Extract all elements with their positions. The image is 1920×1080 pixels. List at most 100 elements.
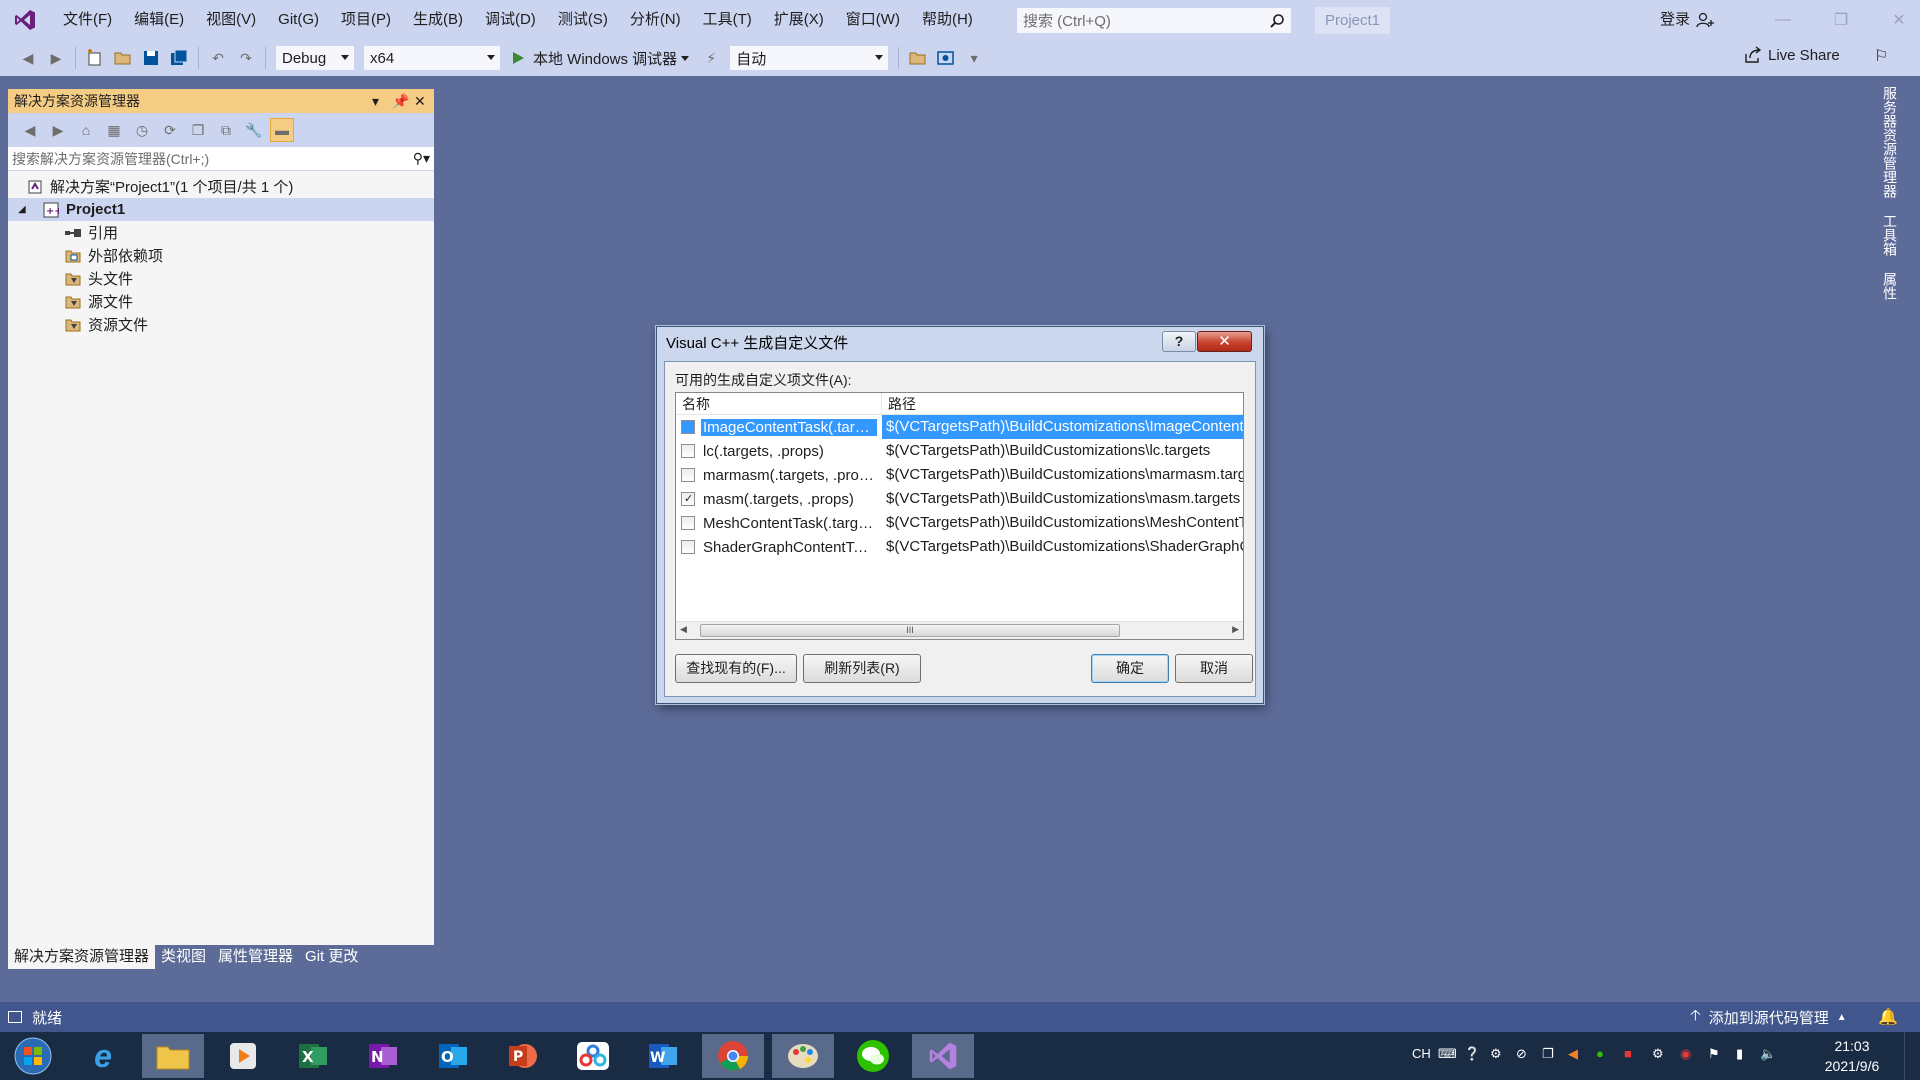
checkbox[interactable] [681, 444, 695, 458]
add-to-source-control-button[interactable]: 🡡 添加到源代码管理 ▲ [1690, 1005, 1847, 1030]
chrome-icon[interactable] [702, 1034, 764, 1078]
properties-icon[interactable]: 🔧 [242, 118, 266, 142]
onenote-icon[interactable]: N [352, 1034, 414, 1078]
solution-node[interactable]: 解决方案“Project1”(1 个项目/共 1 个) [8, 175, 434, 198]
clock[interactable]: 21:03 2021/9/6 [1812, 1036, 1892, 1076]
horizontal-scrollbar[interactable]: ◀ III ▶ [676, 621, 1243, 639]
undo-icon[interactable]: ↶ [206, 46, 230, 70]
menu-item[interactable]: 项目(P) [330, 0, 402, 40]
pin-icon[interactable]: 📌 [392, 89, 409, 113]
search-input[interactable]: 搜索 (Ctrl+Q) [1016, 7, 1292, 34]
help-tray-icon[interactable]: ❔ [1464, 1046, 1480, 1062]
checkbox[interactable] [681, 420, 695, 434]
menu-item[interactable]: 文件(F) [52, 0, 123, 40]
close-icon[interactable]: ✕ [1870, 10, 1920, 30]
preview-icon[interactable]: ▬ [270, 118, 294, 142]
explorer-tab[interactable]: Git 更改 [299, 945, 364, 969]
menu-item[interactable]: 扩展(X) [763, 0, 835, 40]
minimize-icon[interactable]: — [1754, 11, 1812, 29]
visual-studio-logo-icon[interactable] [12, 7, 38, 33]
steam-tray-icon[interactable]: ⚙ [1652, 1046, 1664, 1062]
list-item[interactable]: ImageContentTask(.targets, .props) $(VCTa… [676, 415, 1243, 439]
powerpoint-icon[interactable]: P [492, 1034, 554, 1078]
collapse-all-icon[interactable]: ❐ [186, 118, 210, 142]
language-indicator[interactable]: CH [1412, 1046, 1431, 1061]
pdf-tray-icon[interactable]: ■ [1624, 1046, 1632, 1061]
show-desktop-button[interactable] [1904, 1032, 1920, 1080]
cancel-button[interactable]: 取消 [1175, 654, 1253, 683]
pending-changes-filter-icon[interactable]: ◷ [130, 118, 154, 142]
scroll-thumb[interactable]: III [700, 624, 1120, 637]
list-item[interactable]: ✓ masm(.targets, .props) $(VCTargetsPath)\… [676, 487, 1243, 511]
solution-explorer-search-input[interactable]: 搜索解决方案资源管理器(Ctrl+;) ⚲▾ [8, 147, 434, 171]
menu-item[interactable]: 测试(S) [547, 0, 619, 40]
action-center-flag-icon[interactable]: ⚑ [1708, 1046, 1720, 1062]
column-header-name[interactable]: 名称 [676, 393, 882, 414]
scroll-right-icon[interactable]: ▶ [1232, 624, 1239, 635]
checkbox[interactable] [681, 468, 695, 482]
customization-list[interactable]: 名称 路径 ImageContentTask(.targets, .props)… [675, 392, 1244, 640]
explorer-tab[interactable]: 解决方案资源管理器 [8, 945, 156, 969]
menu-item[interactable]: 编辑(E) [123, 0, 195, 40]
project-node[interactable]: ◢ ++ Project1 [8, 198, 434, 221]
baidu-netdisk-icon[interactable] [562, 1034, 624, 1078]
panel-menu-icon[interactable]: ▾ [372, 89, 379, 113]
solution-config-dropdown[interactable]: 自动 [729, 45, 890, 71]
platform-dropdown[interactable]: x64 [363, 45, 501, 71]
menu-item[interactable]: 帮助(H) [911, 0, 984, 40]
menu-item[interactable]: 窗口(W) [835, 0, 911, 40]
tree-node[interactable]: 资源文件 [8, 313, 434, 336]
window-tray-icon[interactable]: ❐ [1542, 1046, 1554, 1062]
save-icon[interactable] [139, 46, 163, 70]
configuration-dropdown[interactable]: Debug [275, 45, 355, 71]
dialog-close-button[interactable]: ✕ [1197, 331, 1252, 352]
feedback-icon[interactable]: ⚐ [1874, 46, 1888, 66]
excel-icon[interactable]: X [282, 1034, 344, 1078]
menu-item[interactable]: 生成(B) [402, 0, 474, 40]
login-button[interactable]: 登录 [1660, 0, 1715, 40]
tab-toolbox[interactable]: 工具箱 [1880, 214, 1900, 256]
refresh-list-button[interactable]: 刷新列表(R) [803, 654, 921, 683]
menu-item[interactable]: 视图(V) [195, 0, 267, 40]
paint-icon[interactable] [772, 1034, 834, 1078]
tree-node[interactable]: 引用 [8, 221, 434, 244]
tree-node[interactable]: 源文件 [8, 290, 434, 313]
list-item[interactable]: marmasm(.targets, .props) $(VCTargetsPath… [676, 463, 1243, 487]
live-share-button[interactable]: Live Share [1744, 46, 1840, 64]
menu-item[interactable]: Git(G) [267, 0, 330, 40]
outlook-icon[interactable]: O [422, 1034, 484, 1078]
list-item[interactable]: lc(.targets, .props) $(VCTargetsPath)\Bui… [676, 439, 1243, 463]
keyboard-icon[interactable]: ⌨ [1438, 1046, 1457, 1062]
home-icon[interactable]: ⌂ [74, 118, 98, 142]
hot-reload-icon[interactable]: ⚡ [699, 46, 723, 70]
notification-bell-icon[interactable]: 🔔 [1878, 1007, 1898, 1027]
tab-server-explorer[interactable]: 服务器资源管理器 [1880, 86, 1900, 198]
wechat-icon[interactable] [842, 1034, 904, 1078]
media-player-icon[interactable] [212, 1034, 274, 1078]
open-folder-icon[interactable] [111, 46, 135, 70]
panel-close-icon[interactable]: ✕ [414, 89, 426, 113]
ime-icon[interactable]: ⚙ [1490, 1046, 1502, 1062]
menu-item[interactable]: 工具(T) [692, 0, 763, 40]
find-in-files-icon[interactable] [906, 46, 930, 70]
back-icon[interactable]: ◀ [16, 46, 40, 70]
list-item[interactable]: MeshContentTask(.targets, .props) $(VCTar… [676, 511, 1243, 535]
checkbox[interactable]: ✓ [681, 492, 695, 506]
file-explorer-icon[interactable] [142, 1034, 204, 1078]
expand-arrow-icon[interactable]: ◢ [18, 204, 32, 215]
network-icon[interactable]: ▮ [1736, 1046, 1743, 1062]
help-button[interactable]: ? [1162, 331, 1196, 352]
find-existing-button[interactable]: 查找现有的(F)... [675, 654, 797, 683]
show-all-files-icon[interactable]: ⧉ [214, 118, 238, 142]
volume-icon[interactable]: 🔈 [1760, 1046, 1776, 1062]
toolbar-overflow-icon[interactable]: ▾ [962, 46, 986, 70]
tab-properties[interactable]: 属性 [1880, 272, 1900, 300]
scroll-left-icon[interactable]: ◀ [680, 624, 687, 635]
no-signal-icon[interactable]: ⊘ [1516, 1046, 1527, 1062]
ok-button[interactable]: 确定 [1091, 654, 1169, 683]
column-header-path[interactable]: 路径 [882, 393, 1243, 414]
start-orb-icon[interactable] [2, 1034, 64, 1078]
save-all-icon[interactable] [167, 46, 191, 70]
explorer-tab[interactable]: 类视图 [155, 945, 212, 969]
restore-icon[interactable]: ❐ [1812, 10, 1870, 30]
